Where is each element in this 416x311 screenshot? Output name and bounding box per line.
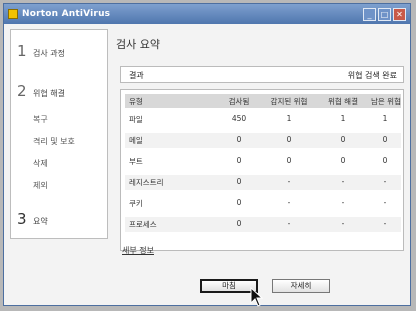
column-header: 위협 해결 xyxy=(328,97,358,106)
table-cell: 0 xyxy=(236,219,242,228)
step-number: 1 xyxy=(17,42,27,60)
table-cell: 0 xyxy=(286,135,292,144)
table-cell: 부트 xyxy=(129,157,143,166)
table-cell: 0 xyxy=(236,156,242,165)
table-cell: 0 xyxy=(286,156,292,165)
step-label: 요약 xyxy=(33,217,48,226)
table-cell: 0 xyxy=(382,156,388,165)
step-label: 위협 해결 xyxy=(33,89,65,98)
table-cell: - xyxy=(287,219,291,228)
table-row: 파일 450 1 1 1 xyxy=(125,112,401,127)
table-row: 부트 0 0 0 0 xyxy=(125,154,401,169)
step-number: 3 xyxy=(17,210,27,228)
summary-pane: 검사 요약 결과 위협 검색 완료 유형 검사됨 감지된 위협 위협 해결 남은… xyxy=(114,30,406,300)
maximize-button[interactable]: □ xyxy=(378,7,391,21)
table-cell: 0 xyxy=(236,135,242,144)
window-title: Norton AntiVirus xyxy=(22,9,111,19)
substep-delete[interactable]: 삭제 xyxy=(33,158,48,169)
result-status: 위협 검색 완료 xyxy=(347,71,397,80)
column-header: 감지된 위협 xyxy=(270,97,308,106)
table-cell: - xyxy=(383,177,387,186)
table-row: 쿠키 0 - - - xyxy=(125,196,401,211)
column-header: 남은 위협 xyxy=(371,97,401,106)
table-cell: - xyxy=(341,198,345,207)
table-cell: 프로세스 xyxy=(129,220,157,229)
table-cell: - xyxy=(287,177,291,186)
minimize-button[interactable]: _ xyxy=(363,7,376,21)
table-cell: 메일 xyxy=(129,136,143,145)
table-cell: - xyxy=(287,198,291,207)
table-cell: 0 xyxy=(340,156,346,165)
norton-window: Norton AntiVirus _ □ ✕ 1 검사 과정 2 위협 해결 복… xyxy=(3,3,411,306)
table-cell: 0 xyxy=(236,198,242,207)
step-label: 검사 과정 xyxy=(33,49,65,58)
table-row: 레지스트리 0 - - - xyxy=(125,175,401,190)
table-cell: 쿠키 xyxy=(129,199,143,208)
step-resolve[interactable]: 2 위협 해결 xyxy=(17,82,65,100)
table-cell: - xyxy=(341,219,345,228)
table-cell: 1 xyxy=(286,114,292,123)
table-cell: 0 xyxy=(340,135,346,144)
title-bar: Norton AntiVirus _ □ ✕ xyxy=(4,4,410,24)
table-row: 메일 0 0 0 0 xyxy=(125,133,401,148)
wizard-steps-panel: 1 검사 과정 2 위협 해결 복구 격리 및 보호 삭제 제외 3 요약 xyxy=(10,29,108,239)
substep-quarantine[interactable]: 격리 및 보호 xyxy=(33,136,75,147)
table-cell: 1 xyxy=(382,114,388,123)
substep-exclude[interactable]: 제외 xyxy=(33,180,48,191)
table-cell: - xyxy=(341,177,345,186)
step-scan[interactable]: 1 검사 과정 xyxy=(17,42,65,60)
substep-repair[interactable]: 복구 xyxy=(33,114,48,125)
table-header: 유형 검사됨 감지된 위협 위협 해결 남은 위협 xyxy=(125,94,401,108)
table-cell: 450 xyxy=(231,114,247,123)
result-info-bar: 결과 위협 검색 완료 xyxy=(120,66,404,83)
table-cell: - xyxy=(383,219,387,228)
table-cell: 레지스트리 xyxy=(129,178,164,187)
details-link[interactable]: 세부 정보 xyxy=(122,245,154,256)
column-header: 유형 xyxy=(129,97,143,106)
table-cell: 0 xyxy=(382,135,388,144)
table-cell: 0 xyxy=(236,177,242,186)
column-header: 검사됨 xyxy=(228,97,250,106)
results-table: 유형 검사됨 감지된 위협 위협 해결 남은 위협 파일 450 1 1 1 메… xyxy=(120,89,404,251)
close-button[interactable]: ✕ xyxy=(393,7,406,21)
page-title: 검사 요약 xyxy=(116,38,160,51)
step-summary[interactable]: 3 요약 xyxy=(17,210,48,228)
table-cell: 1 xyxy=(340,114,346,123)
result-label: 결과 xyxy=(129,71,144,80)
table-cell: - xyxy=(383,198,387,207)
step-number: 2 xyxy=(17,82,27,100)
norton-app-icon xyxy=(8,9,18,19)
table-cell: 파일 xyxy=(129,115,143,124)
table-row: 프로세스 0 - - - xyxy=(125,217,401,232)
more-details-button[interactable]: 자세히 xyxy=(272,279,330,293)
